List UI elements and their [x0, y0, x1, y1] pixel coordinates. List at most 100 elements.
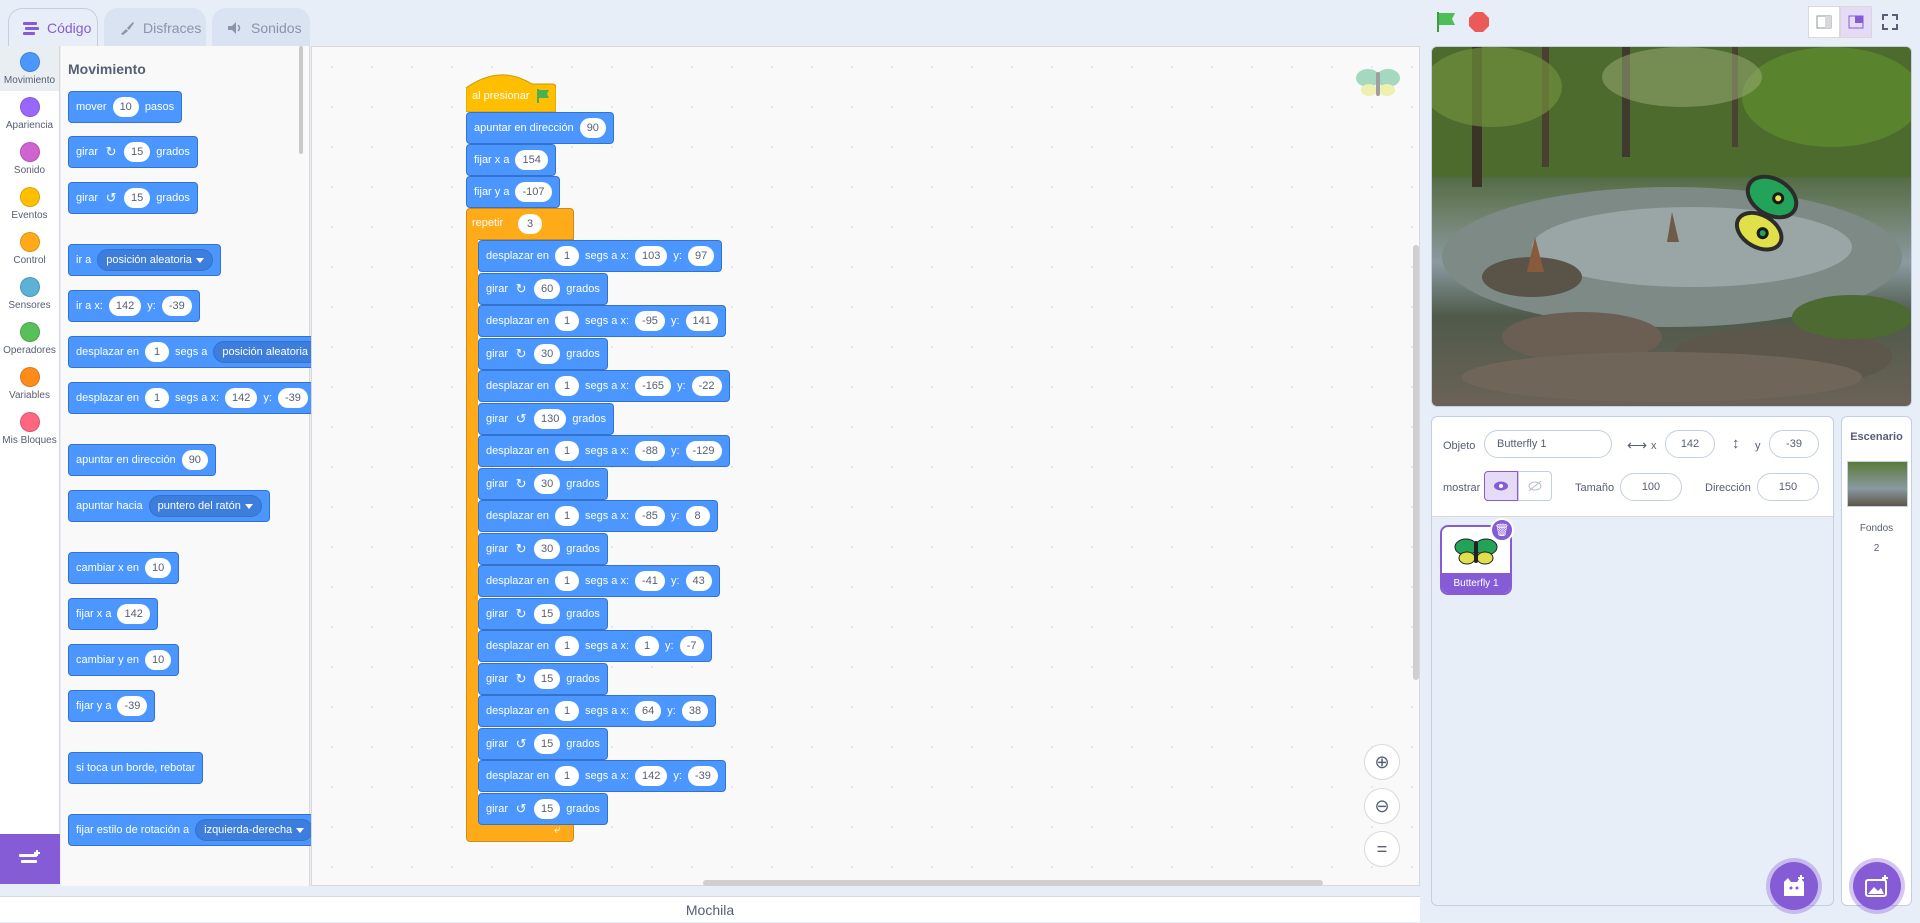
block-input[interactable]: 1 — [635, 636, 660, 656]
block-input[interactable]: 15 — [534, 668, 561, 689]
stage-selector[interactable]: Escenario Fondos 2 — [1841, 416, 1912, 906]
palette-block-point-towards[interactable]: apuntar hacia puntero del ratón — [68, 490, 270, 522]
script-block-turn-left[interactable]: girar ↺ 15 grados — [478, 792, 608, 825]
palette-block-set-y[interactable]: fijar y a -39 — [68, 690, 156, 722]
green-flag-button[interactable] — [1434, 10, 1458, 34]
block-input[interactable]: 1 — [145, 388, 169, 408]
choose-sprite-button[interactable] — [1770, 862, 1818, 910]
block-input[interactable]: 15 — [534, 603, 561, 624]
script-block-turn-right[interactable]: girar ↻ 15 grados — [478, 597, 608, 630]
workspace-horizontal-scrollbar[interactable] — [703, 880, 1323, 886]
block-input[interactable]: 1 — [555, 246, 579, 266]
block-input[interactable]: 10 — [144, 650, 172, 670]
palette-scrollbar[interactable] — [299, 46, 303, 154]
block-input[interactable]: 30 — [534, 473, 561, 494]
category-sensing[interactable]: Sensores — [0, 271, 59, 316]
script-block-glide-xy[interactable]: desplazar en 1 segs a x: -95 y: 141 — [478, 305, 726, 337]
block-input[interactable]: -39 — [277, 388, 308, 408]
block-input[interactable]: 1 — [555, 701, 579, 721]
add-extension-button[interactable] — [0, 834, 60, 884]
block-input[interactable]: 1 — [555, 766, 579, 786]
block-input[interactable]: -7 — [679, 636, 704, 656]
script-block-point-direction[interactable]: apuntar en dirección 90 — [466, 112, 614, 144]
block-input[interactable]: 1 — [555, 636, 579, 656]
block-input[interactable]: 90 — [181, 450, 208, 470]
category-looks[interactable]: Apariencia — [0, 91, 59, 136]
tab-costumes[interactable]: Disfraces — [104, 8, 206, 46]
script-block-glide-xy[interactable]: desplazar en 1 segs a x: 64 y: 38 — [478, 695, 717, 727]
block-input[interactable]: 15 — [124, 142, 151, 162]
block-input[interactable]: 10 — [112, 97, 139, 117]
palette-block-move[interactable]: mover 10 pasos — [68, 91, 183, 123]
category-my-blocks[interactable]: Mis Bloques — [0, 406, 59, 451]
block-input[interactable]: 142 — [108, 296, 142, 316]
block-input[interactable]: 30 — [534, 343, 561, 364]
palette-block-bounce[interactable]: si toca un borde, rebotar — [68, 752, 204, 784]
palette-block-set-x[interactable]: fijar x a 142 — [68, 598, 158, 630]
show-visible-button[interactable] — [1484, 471, 1518, 501]
size-input[interactable]: 100 — [1620, 473, 1682, 501]
script-block-turn-right[interactable]: girar ↻ 30 grados — [478, 532, 608, 565]
palette-block-glide[interactable]: desplazar en 1 segs a posición aleatoria — [68, 336, 338, 368]
block-input[interactable]: 1 — [145, 342, 169, 362]
palette-block-change-x[interactable]: cambiar x en 10 — [68, 552, 180, 584]
block-input[interactable]: -107 — [515, 182, 552, 202]
block-input[interactable]: 15 — [124, 188, 151, 208]
block-input[interactable]: 142 — [117, 604, 150, 624]
block-input[interactable]: 38 — [681, 701, 709, 721]
script-block-glide-xy[interactable]: desplazar en 1 segs a x: 1 y: -7 — [478, 630, 712, 662]
block-input[interactable]: -88 — [635, 441, 665, 461]
choose-backdrop-button[interactable] — [1853, 862, 1901, 910]
script-block-turn-right[interactable]: girar ↻ 60 grados — [478, 272, 608, 305]
block-input[interactable]: 60 — [534, 278, 561, 299]
zoom-out-button[interactable]: ⊖ — [1364, 788, 1400, 824]
block-input[interactable]: -165 — [635, 376, 672, 396]
block-input[interactable]: 1 — [555, 571, 579, 591]
category-operators[interactable]: Operadores — [0, 316, 59, 361]
block-input[interactable]: 30 — [534, 538, 561, 559]
palette-block-turn-left[interactable]: girar ↺ 15 grados — [68, 182, 198, 214]
block-dropdown[interactable]: posición aleatoria — [97, 249, 213, 271]
block-input[interactable]: -22 — [691, 376, 722, 396]
block-input[interactable]: 1 — [555, 311, 579, 331]
block-input[interactable]: 10 — [144, 558, 172, 578]
block-input[interactable]: -39 — [687, 766, 718, 786]
workspace-vertical-scrollbar[interactable] — [1413, 245, 1419, 680]
script-block-glide-xy[interactable]: desplazar en 1 segs a x: 103 y: 97 — [478, 240, 723, 272]
script-block-set-x[interactable]: fijar x a 154 — [466, 144, 556, 176]
palette-block-rotation-style[interactable]: fijar estilo de rotación a izquierda-dere… — [68, 814, 322, 846]
script-block-turn-left[interactable]: girar ↺ 130 grados — [478, 402, 615, 435]
block-input[interactable]: -39 — [161, 296, 192, 316]
script-block-turn-right[interactable]: girar ↻ 15 grados — [478, 662, 608, 695]
block-input[interactable]: 15 — [534, 798, 561, 819]
script-block-turn-left[interactable]: girar ↺ 15 grados — [478, 727, 608, 760]
block-input[interactable]: 1 — [555, 441, 579, 461]
block-input[interactable]: -39 — [117, 696, 148, 716]
block-input[interactable]: 142 — [635, 766, 668, 786]
block-input[interactable]: 8 — [685, 506, 710, 526]
block-input[interactable]: 64 — [635, 701, 662, 721]
script-block-glide-xy[interactable]: desplazar en 1 segs a x: -85 y: 8 — [478, 500, 718, 532]
block-input[interactable]: 1 — [555, 506, 579, 526]
palette-block-goto-xy[interactable]: ir a x: 142 y: -39 — [68, 290, 200, 322]
stage-canvas[interactable] — [1431, 46, 1912, 407]
block-input[interactable]: -85 — [635, 506, 665, 526]
block-input[interactable]: -95 — [635, 311, 665, 331]
script-block-glide-xy[interactable]: desplazar en 1 segs a x: -88 y: -129 — [478, 435, 730, 467]
script-block-turn-right[interactable]: girar ↻ 30 grados — [478, 337, 608, 370]
stop-button[interactable] — [1468, 11, 1490, 33]
script-block-glide-xy[interactable]: desplazar en 1 segs a x: 142 y: -39 — [478, 760, 726, 792]
block-input[interactable]: 1 — [555, 376, 579, 396]
hat-block[interactable]: al presionar — [466, 68, 556, 112]
category-variables[interactable]: Variables — [0, 361, 59, 406]
show-hidden-button[interactable] — [1518, 471, 1552, 501]
small-stage-button[interactable] — [1808, 6, 1840, 38]
x-input[interactable]: 142 — [1665, 430, 1715, 458]
block-input[interactable]: 3 — [518, 214, 542, 234]
block-input[interactable]: 141 — [685, 311, 718, 331]
block-input[interactable]: -41 — [635, 571, 665, 591]
palette-block-glide-xy[interactable]: desplazar en 1 segs a x: 142 y: -39 — [68, 382, 316, 414]
script-block-turn-right[interactable]: girar ↻ 30 grados — [478, 467, 608, 500]
y-input[interactable]: -39 — [1769, 430, 1819, 458]
block-input[interactable]: 43 — [685, 571, 712, 591]
